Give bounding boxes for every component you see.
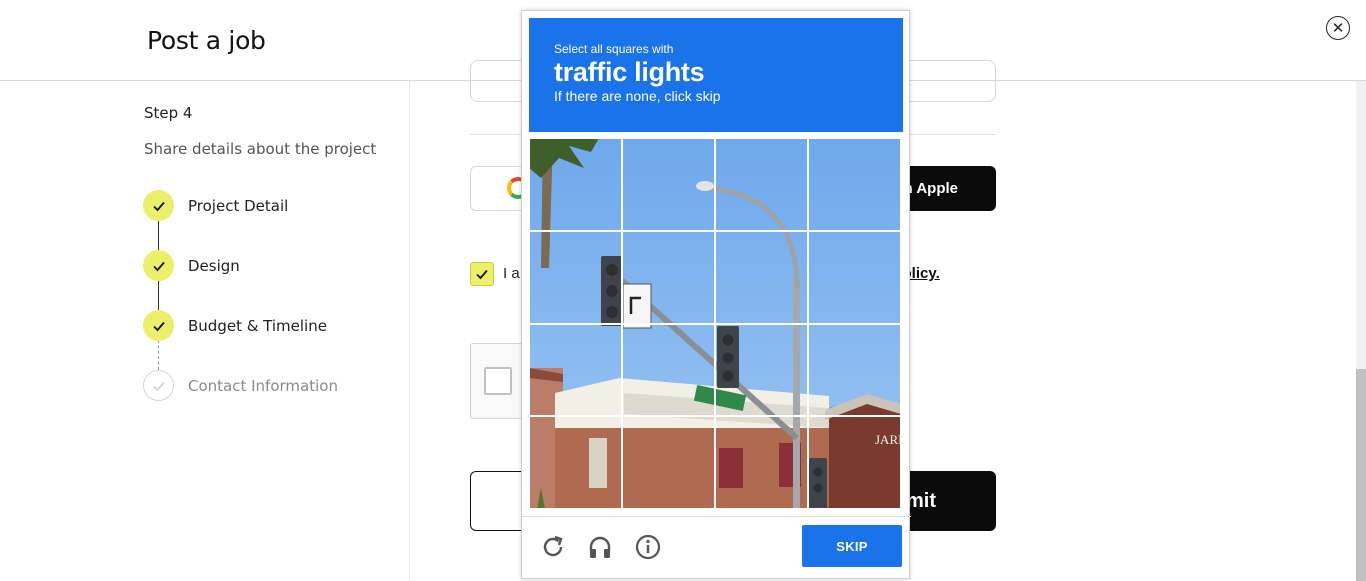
step-label: Step 4 bbox=[144, 104, 193, 122]
terms-checkbox[interactable] bbox=[470, 262, 494, 286]
captcha-hint: If there are none, click skip bbox=[554, 88, 721, 104]
captcha-tile[interactable] bbox=[808, 138, 901, 231]
captcha-tile[interactable] bbox=[529, 323, 622, 417]
close-icon[interactable]: ✕ bbox=[1326, 16, 1350, 40]
captcha-instruction: Select all squares with bbox=[554, 42, 674, 56]
captcha-tile[interactable] bbox=[622, 230, 715, 324]
captcha-tile[interactable] bbox=[622, 323, 715, 417]
step-connector bbox=[158, 220, 159, 250]
captcha-tile[interactable] bbox=[622, 416, 715, 509]
audio-challenge-icon[interactable] bbox=[586, 533, 614, 561]
captcha-tile[interactable] bbox=[715, 416, 808, 509]
captcha-tile-grid bbox=[529, 138, 901, 509]
recaptcha-checkbox[interactable] bbox=[484, 367, 512, 395]
captcha-tile[interactable] bbox=[808, 323, 901, 417]
checkmark-icon bbox=[476, 269, 488, 280]
captcha-tile[interactable] bbox=[808, 416, 901, 509]
checkmark-icon bbox=[143, 250, 174, 281]
step-label-text: Design bbox=[188, 256, 240, 275]
captcha-tile[interactable] bbox=[529, 138, 622, 231]
checkmark-icon bbox=[143, 370, 174, 401]
page-title: Post a job bbox=[147, 26, 266, 55]
skip-button[interactable]: SKIP bbox=[802, 525, 902, 567]
reload-icon[interactable] bbox=[539, 533, 567, 561]
captcha-footer-divider bbox=[522, 516, 911, 517]
scrollbar[interactable] bbox=[1356, 81, 1366, 581]
captcha-tile[interactable] bbox=[529, 230, 622, 324]
step-label-text: Project Detail bbox=[188, 196, 289, 215]
step-contact-information: Contact Information bbox=[143, 370, 338, 401]
info-icon[interactable] bbox=[634, 533, 662, 561]
captcha-tile[interactable] bbox=[529, 416, 622, 509]
sidebar-divider bbox=[409, 81, 410, 581]
scrollbar-thumb[interactable] bbox=[1356, 369, 1366, 581]
step-label-text: Budget & Timeline bbox=[188, 316, 327, 335]
step-budget-timeline: Budget & Timeline bbox=[143, 310, 327, 341]
step-description: Share details about the project bbox=[144, 140, 377, 158]
captcha-target: traffic lights bbox=[554, 57, 705, 87]
captcha-tile[interactable] bbox=[808, 230, 901, 324]
terms-text: I a bbox=[503, 265, 520, 282]
captcha-tile[interactable] bbox=[715, 138, 808, 231]
captcha-header: Select all squares with traffic lights I… bbox=[529, 18, 903, 132]
step-connector bbox=[158, 340, 159, 370]
step-design: Design bbox=[143, 250, 240, 281]
captcha-tile[interactable] bbox=[715, 323, 808, 417]
step-label-text: Contact Information bbox=[188, 376, 338, 395]
step-project-detail: Project Detail bbox=[143, 190, 288, 221]
step-connector bbox=[158, 280, 159, 310]
captcha-tile[interactable] bbox=[715, 230, 808, 324]
checkmark-icon bbox=[143, 190, 174, 221]
checkmark-icon bbox=[143, 310, 174, 341]
captcha-image-grid: JARE bbox=[529, 138, 901, 509]
captcha-tile[interactable] bbox=[622, 138, 715, 231]
captcha-challenge-popup: Select all squares with traffic lights I… bbox=[521, 10, 911, 579]
